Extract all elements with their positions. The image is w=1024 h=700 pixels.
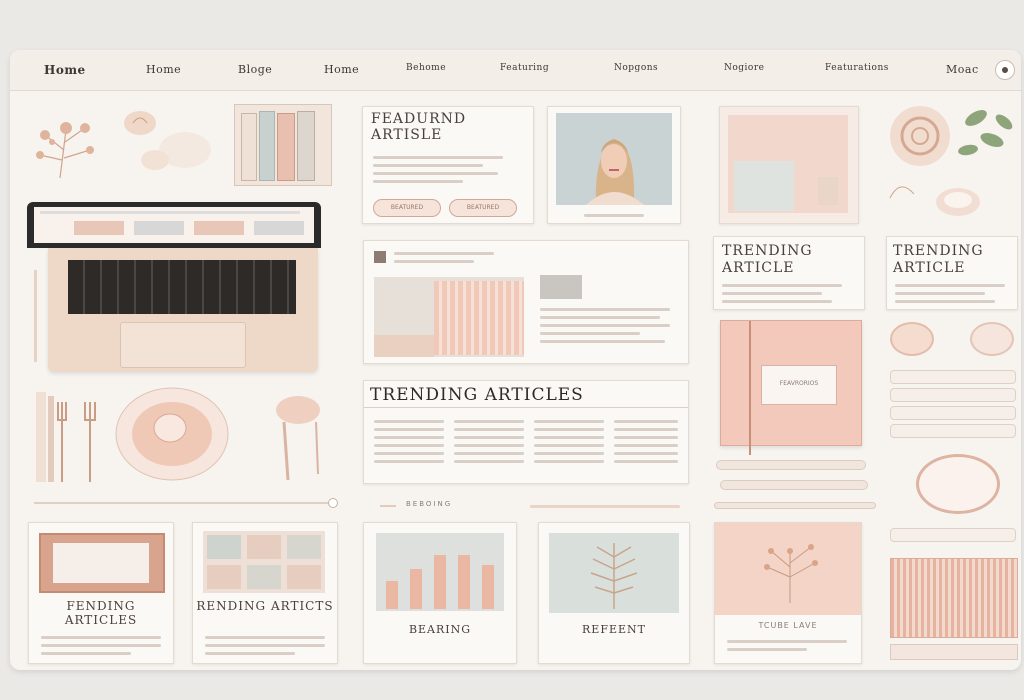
trending-articles-title: TRENDING ARTICLES [370, 385, 584, 405]
featured-article-card[interactable]: FEADURND ARTISLE BEATURED BEATURED [362, 106, 534, 224]
nav-item-featurations[interactable]: Featurations [825, 63, 889, 73]
dried-flower-icon [36, 122, 94, 179]
nav-item-home[interactable]: Home [44, 63, 86, 77]
nav-menu-icon[interactable] [995, 60, 1015, 80]
laptop-screen-content [34, 207, 314, 243]
tag-strip-3 [890, 406, 1016, 420]
nav-item-more[interactable]: Moac [946, 63, 979, 76]
bottom-card-2-title: RENDING ARTICTS [196, 599, 334, 613]
nav-item-blog[interactable]: Bloge [238, 63, 272, 76]
bottom-card-3-title: BEARING [408, 623, 472, 636]
trending-article-title-1: TRENDING ARTICLE [722, 243, 813, 276]
tag-strip-2 [890, 388, 1016, 402]
bottom-card-1-image [39, 533, 165, 593]
top-nav-bar: Home Home Bloge Home Behome Featuring No… [10, 50, 1021, 91]
dried-flower-icon-2 [764, 544, 818, 603]
roll-decor-2 [970, 322, 1014, 356]
bottom-card-2-image [203, 531, 325, 593]
nav-item-nogiore[interactable]: Nogiore [724, 63, 764, 73]
pencil-1 [716, 460, 866, 470]
bottom-card-1[interactable]: FENDING ARTICLES [28, 522, 174, 664]
bottom-card-1-title: FENDING ARTICLES [64, 599, 138, 627]
book-shelf [234, 104, 332, 186]
tag-strip-4 [890, 424, 1016, 438]
nav-item-featuring[interactable]: Featuring [500, 63, 549, 73]
laptop-body [48, 248, 318, 372]
laptop-screen [27, 202, 321, 248]
bottom-card-3-image [376, 533, 504, 611]
tag-strip-5 [890, 528, 1016, 542]
tableware-icon [36, 387, 320, 482]
featured-article-title: FEADURND ARTISLE [371, 111, 467, 143]
featured-button-1[interactable]: BEATURED [373, 199, 441, 217]
tag-strip-1 [890, 370, 1016, 384]
laptop-keyboard [68, 260, 296, 314]
moodboard-canvas: Home Home Bloge Home Behome Featuring No… [10, 50, 1021, 670]
trending-article-title-2: TRENDING ARTICLE [893, 243, 984, 276]
portrait-photo-card[interactable] [547, 106, 681, 224]
pencil-3 [714, 502, 876, 509]
bottom-card-4[interactable]: REFEENT [538, 522, 690, 664]
article-preview-card[interactable] [363, 240, 689, 364]
trending-articles-card[interactable]: TRENDING ARTICLES [363, 380, 689, 484]
bottom-card-5[interactable]: TCUBE LAVE [714, 522, 862, 664]
fern-icon [590, 543, 638, 609]
decor-shells-icon [124, 111, 211, 170]
bottom-card-2[interactable]: RENDING ARTICTS [192, 522, 338, 664]
framed-art-card[interactable] [719, 106, 859, 224]
nav-item-home-2[interactable]: Home [146, 63, 181, 76]
bottom-card-3[interactable]: BEARING [363, 522, 517, 664]
section-divider: BEBOING [370, 500, 690, 512]
notebook: FEAVRORIOS [720, 320, 862, 455]
roll-decor-1 [890, 322, 934, 356]
pencil-2 [720, 480, 868, 490]
section-divider-label: BEBOING [406, 500, 453, 508]
nav-item-behome[interactable]: Behome [406, 63, 446, 73]
preview-image [374, 277, 524, 357]
featured-article-text [373, 151, 513, 188]
laptop-trackpad [120, 322, 246, 368]
featured-button-2[interactable]: BEATURED [449, 199, 517, 217]
leaf-decor-icon [889, 106, 1013, 216]
swatch-caption-strip [890, 644, 1018, 660]
bottom-card-4-image [549, 533, 679, 613]
bottom-card-5-title: TCUBE LAVE [758, 621, 818, 630]
avatar [374, 251, 386, 263]
bottom-card-5-image [715, 523, 861, 615]
trending-article-card-1[interactable]: TRENDING ARTICLE [713, 236, 865, 310]
notebook-label: FEAVRORIOS [779, 380, 819, 387]
trending-article-card-2[interactable]: TRENDING ARTICLE [886, 236, 1018, 310]
ring-decor [916, 454, 1000, 514]
striped-swatch [890, 558, 1018, 638]
portrait-photo-image [556, 113, 672, 205]
nav-item-nopgons[interactable]: Nopgons [614, 63, 658, 73]
bottom-card-4-title: REFEENT [582, 623, 646, 636]
nav-item-home-3[interactable]: Home [324, 63, 359, 76]
